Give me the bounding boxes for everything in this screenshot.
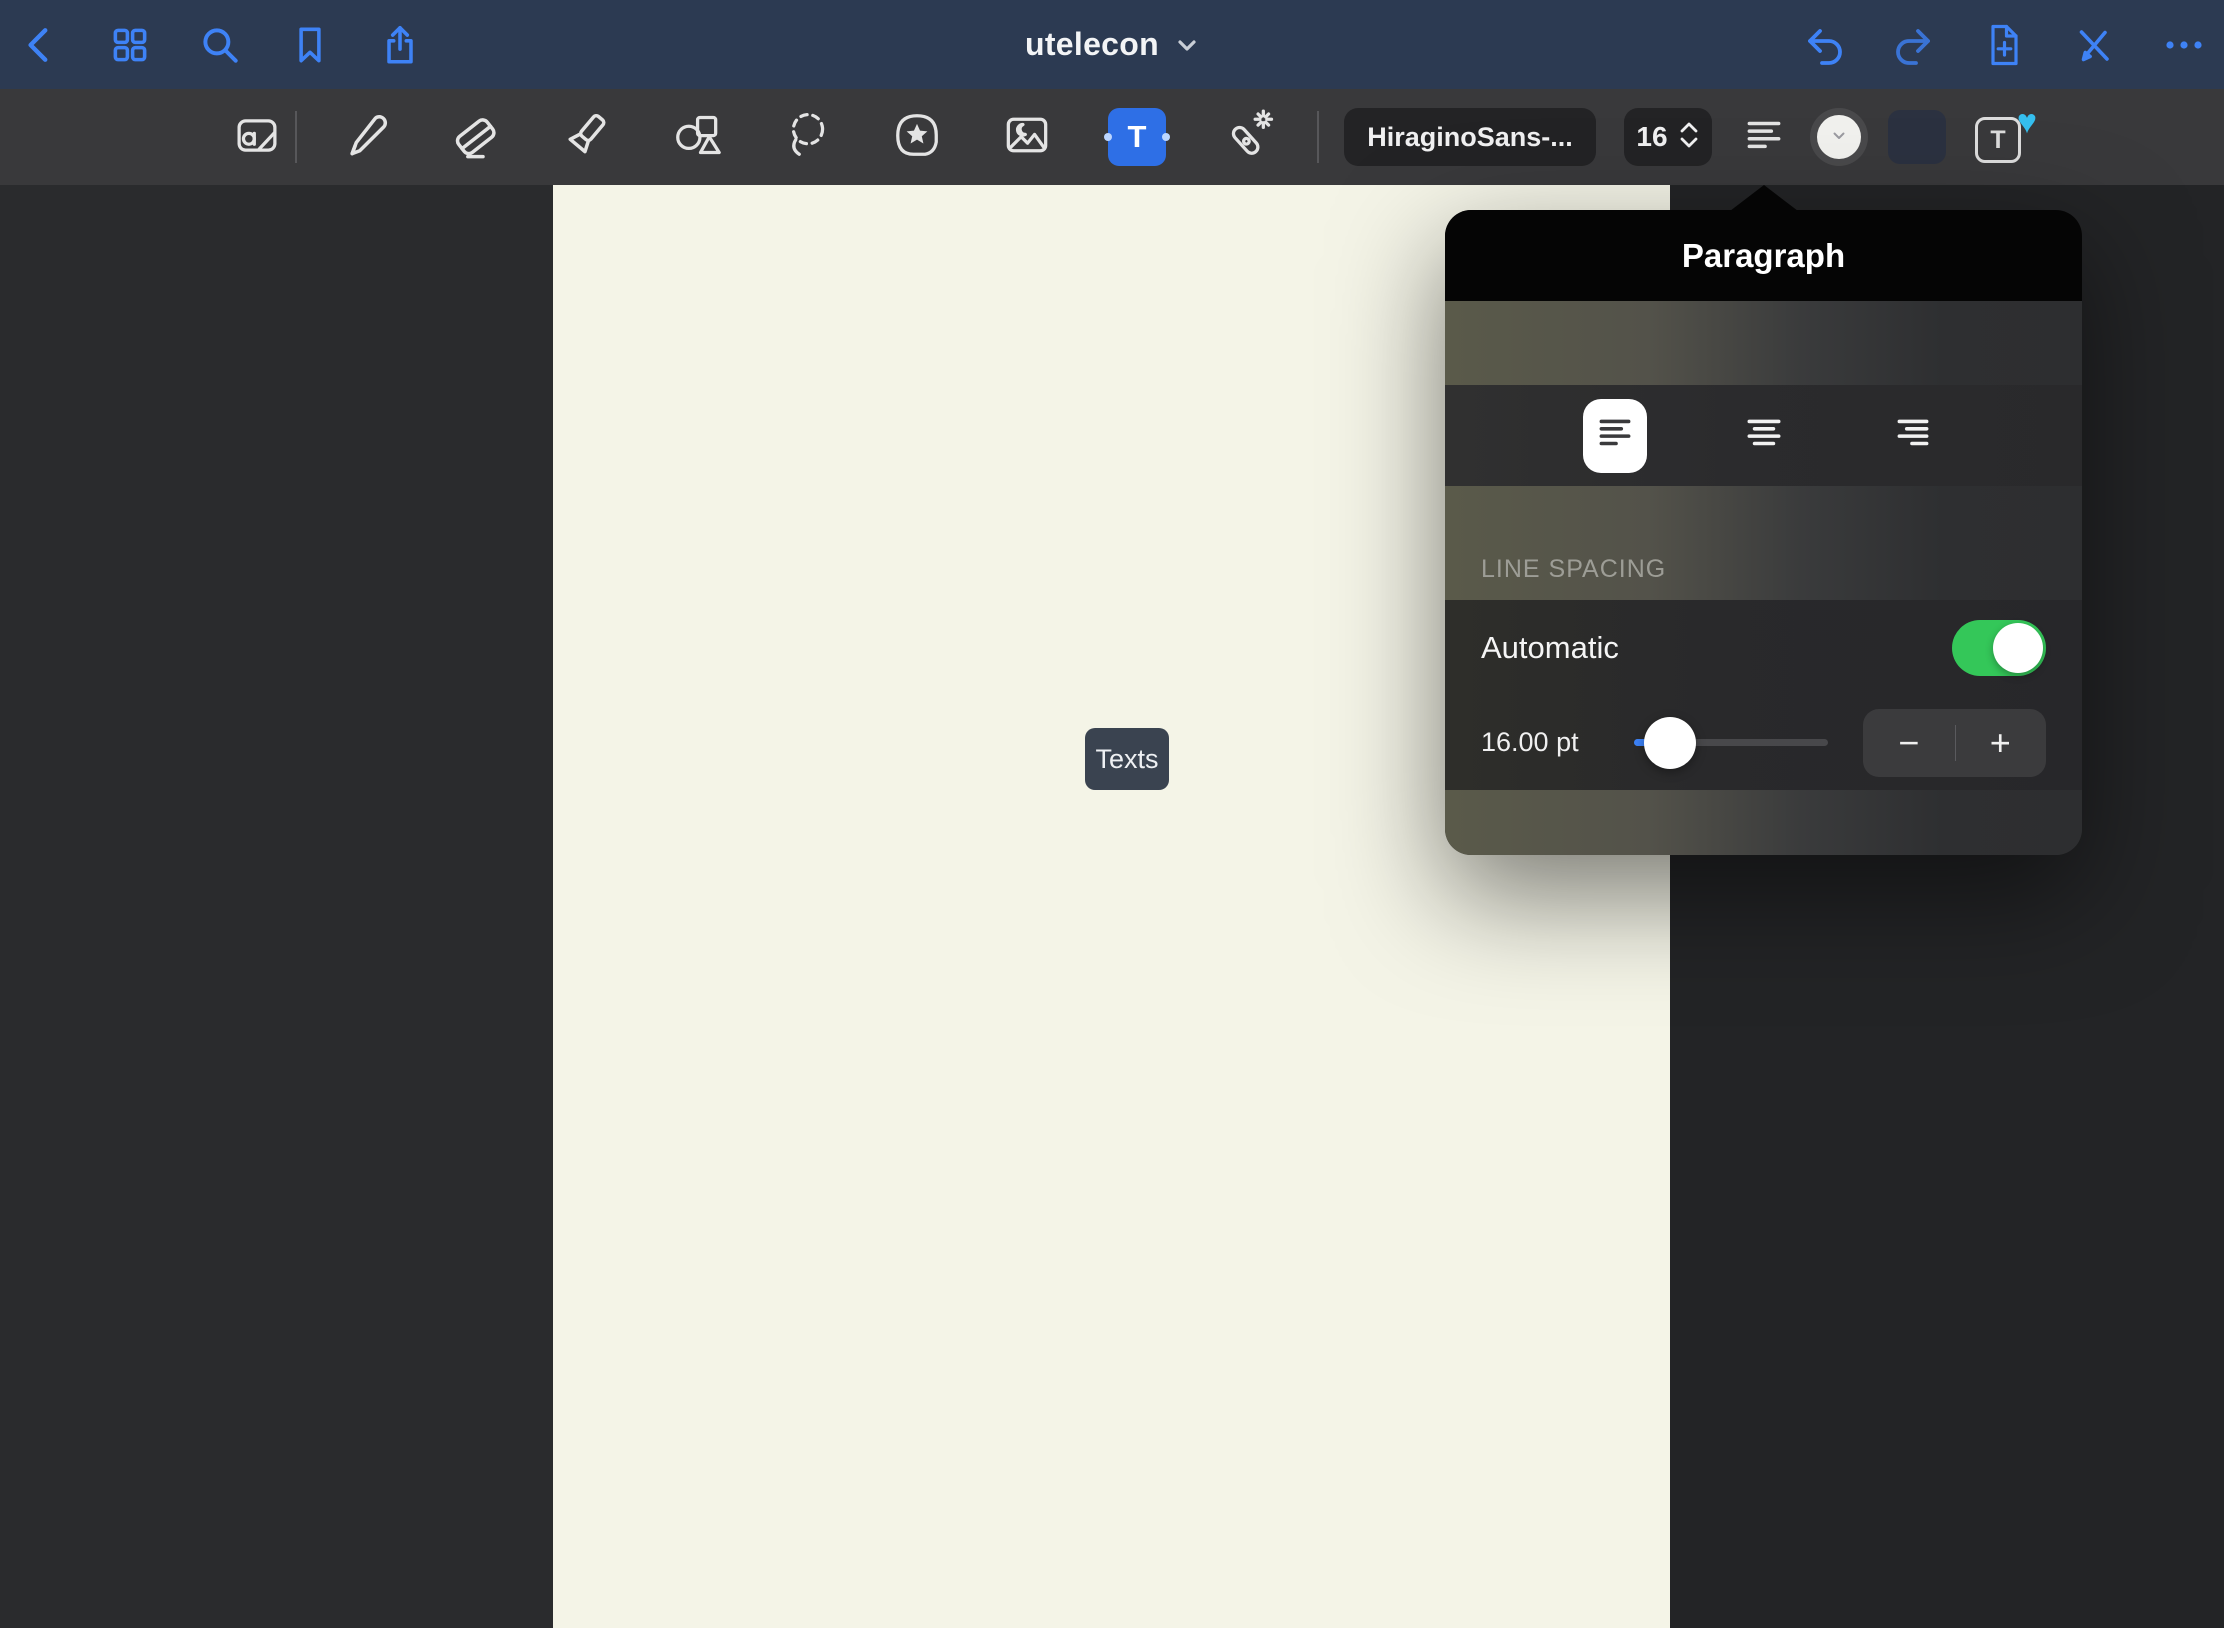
eraser-tool[interactable] xyxy=(446,89,506,185)
favorite-text-style-button[interactable]: T ♥ xyxy=(1975,89,2027,185)
paragraph-popover: Paragraph LINE SPACING Automatic xyxy=(1445,210,2082,855)
line-spacing-label: LINE SPACING xyxy=(1481,555,2046,584)
nav-left-group xyxy=(14,0,426,89)
app-screen: utelecon xyxy=(0,0,2224,1628)
align-left-button[interactable] xyxy=(1583,399,1647,473)
highlighter-tool[interactable] xyxy=(556,89,616,185)
popover-bottom-section xyxy=(1445,790,2082,855)
popover-section-gap xyxy=(1445,301,2082,385)
back-button[interactable] xyxy=(14,19,66,71)
image-tool[interactable] xyxy=(997,89,1057,185)
alignment-row xyxy=(1445,385,2082,486)
toggle-knob xyxy=(1993,623,2043,673)
add-page-button[interactable] xyxy=(1978,19,2030,71)
align-center-icon xyxy=(1743,412,1785,459)
font-size-stepper[interactable]: 16 xyxy=(1624,89,1712,185)
document-title[interactable]: utelecon xyxy=(1025,26,1159,63)
selection-handle xyxy=(1162,133,1170,141)
font-size-value: 16 xyxy=(1636,121,1667,153)
spacing-value-label: 16.00 pt xyxy=(1481,727,1599,758)
align-center-button[interactable] xyxy=(1732,399,1796,473)
align-right-button[interactable] xyxy=(1881,399,1945,473)
toolbar-divider xyxy=(1317,111,1319,163)
bookmark-button[interactable] xyxy=(284,19,336,71)
editing-toolbar: T HiraginoSans-... 16 xyxy=(0,89,2224,185)
toolbar-divider xyxy=(295,111,297,163)
chevron-up-down-icon xyxy=(1678,118,1700,157)
text-color-well[interactable] xyxy=(1810,89,1868,185)
navigation-bar: utelecon xyxy=(0,0,2224,89)
add-page-icon xyxy=(1980,21,2028,69)
search-button[interactable] xyxy=(194,19,246,71)
pen-tool[interactable] xyxy=(335,89,395,185)
shapes-icon xyxy=(669,107,725,168)
align-left-icon xyxy=(1594,412,1636,459)
selected-text-object[interactable]: Texts xyxy=(1085,728,1169,790)
font-name-label: HiraginoSans-... xyxy=(1367,122,1573,153)
chevron-down-icon xyxy=(1830,126,1848,149)
text-tool-glyph: T xyxy=(1128,119,1147,155)
bookmark-icon xyxy=(287,22,333,68)
spacing-slider-row: 16.00 pt − + xyxy=(1445,695,2082,790)
convert-handwriting-icon xyxy=(231,109,283,166)
slider-knob[interactable] xyxy=(1644,717,1696,769)
dimmed-color-swatch xyxy=(1888,89,1946,185)
laser-pointer-icon xyxy=(1219,107,1275,168)
increase-spacing-button[interactable]: + xyxy=(1955,709,2047,777)
canvas-area[interactable]: Texts Paragraph LINE SPACING xyxy=(0,185,2224,1628)
stepper-divider xyxy=(1955,725,1956,761)
automatic-label: Automatic xyxy=(1481,630,1952,666)
pages-overview-button[interactable] xyxy=(104,19,156,71)
lasso-tool[interactable] xyxy=(778,89,838,185)
grid-icon xyxy=(107,22,153,68)
pen-icon xyxy=(337,107,393,168)
selection-handle xyxy=(1104,133,1112,141)
share-icon xyxy=(377,22,423,68)
image-icon xyxy=(999,107,1055,168)
chevron-down-icon xyxy=(1175,33,1199,62)
more-icon xyxy=(2160,21,2208,69)
laser-pointer-tool[interactable] xyxy=(1217,89,1277,185)
pen-slash-icon xyxy=(2070,21,2118,69)
eraser-icon xyxy=(448,107,504,168)
shapes-tool[interactable] xyxy=(667,89,727,185)
sticker-star-icon xyxy=(889,107,945,168)
automatic-toggle[interactable] xyxy=(1952,620,2046,676)
highlighter-icon xyxy=(558,107,614,168)
heart-icon: ♥ xyxy=(2017,105,2037,139)
text-tool[interactable]: T xyxy=(1107,89,1167,185)
popover-title: Paragraph xyxy=(1445,210,2082,301)
line-spacing-section-header: LINE SPACING xyxy=(1445,486,2082,600)
align-right-icon xyxy=(1892,412,1934,459)
text-tool-selected: T xyxy=(1108,108,1166,166)
spacing-slider[interactable] xyxy=(1619,715,1843,771)
redo-icon xyxy=(1890,21,1938,69)
paragraph-alignment-button[interactable] xyxy=(1738,89,1790,185)
elements-tool[interactable] xyxy=(887,89,947,185)
decrease-spacing-button[interactable]: − xyxy=(1863,709,1955,777)
automatic-row: Automatic xyxy=(1445,600,2082,695)
lasso-icon xyxy=(780,107,836,168)
back-icon xyxy=(17,22,63,68)
redo-button[interactable] xyxy=(1888,19,1940,71)
spacing-stepper: − + xyxy=(1863,709,2046,777)
font-picker[interactable]: HiraginoSans-... xyxy=(1344,89,1596,185)
search-icon xyxy=(197,22,243,68)
pen-disabled-button[interactable] xyxy=(2068,19,2120,71)
line-spacing-controls: Automatic 16.00 pt − + xyxy=(1445,600,2082,790)
undo-icon xyxy=(1800,21,1848,69)
text-style-icon: T xyxy=(1975,117,2021,163)
align-lines-icon xyxy=(1741,112,1787,163)
convert-handwriting-tool[interactable] xyxy=(227,89,287,185)
undo-button[interactable] xyxy=(1798,19,1850,71)
share-button[interactable] xyxy=(374,19,426,71)
nav-right-group xyxy=(1798,0,2210,89)
popover-arrow xyxy=(1730,185,1798,211)
more-button[interactable] xyxy=(2158,19,2210,71)
